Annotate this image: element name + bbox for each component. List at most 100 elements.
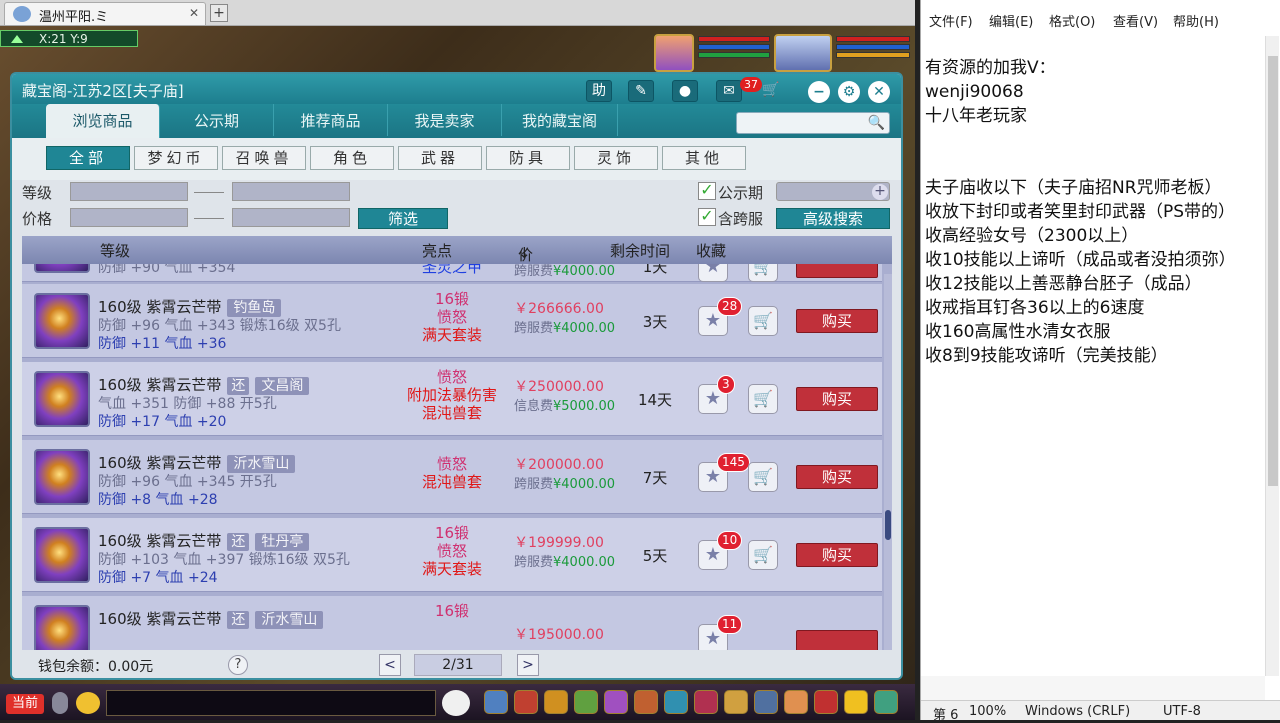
notepad-hscrollbar[interactable] xyxy=(921,676,1265,700)
tab-browse[interactable]: 浏览商品 xyxy=(46,104,160,138)
cat-weapon[interactable]: 武器 xyxy=(398,146,482,170)
item-name[interactable]: 160级 紫霄云芒带还文昌阁 xyxy=(98,374,310,395)
price-min-input[interactable] xyxy=(70,208,188,227)
level-min-input[interactable] xyxy=(70,182,188,201)
prev-page-button[interactable]: < xyxy=(379,654,401,676)
browser-tab[interactable]: 温州平阳.ミ ✕ xyxy=(4,2,206,25)
filter-button[interactable]: 筛选 xyxy=(358,208,448,229)
menu-view[interactable]: 查看(V) xyxy=(1113,11,1158,30)
settings-icon[interactable]: ⚙ xyxy=(838,81,860,103)
menu-icon-4[interactable] xyxy=(574,690,598,714)
notepad-text[interactable]: 有资源的加我V： wenji90068 十八年老玩家 夫子庙收以下（夫子庙招NR… xyxy=(925,56,1265,368)
mic-icon[interactable] xyxy=(52,692,68,714)
item-name[interactable]: 160级 紫霄云芒带 钓鱼岛 xyxy=(98,296,282,317)
tab-recommended[interactable]: 推荐商品 xyxy=(274,104,388,136)
favorite-star-icon[interactable]: ★ 28 xyxy=(698,297,743,336)
menu-icon-11[interactable] xyxy=(784,690,808,714)
cat-currency[interactable]: 梦幻币 xyxy=(134,146,218,170)
public-checkbox[interactable]: ✓ xyxy=(698,182,716,200)
notepad-scroll-thumb[interactable] xyxy=(1268,56,1278,486)
favorite-star-icon[interactable]: ★ 3 xyxy=(698,375,735,414)
menu-file[interactable]: 文件(F) xyxy=(929,11,973,30)
menu-icon-7[interactable] xyxy=(664,690,688,714)
tab-seller[interactable]: 我是卖家 xyxy=(388,104,502,136)
help-icon[interactable]: ? xyxy=(228,655,248,675)
menu-icon-2[interactable] xyxy=(514,690,538,714)
search-icon[interactable]: 🔍 xyxy=(868,115,885,131)
menu-icon-12[interactable] xyxy=(814,690,838,714)
item-thumbnail[interactable] xyxy=(34,527,90,583)
close-icon[interactable]: ✕ xyxy=(189,6,199,20)
buy-button[interactable]: 购买 xyxy=(796,465,878,489)
advanced-search-button[interactable]: 高级搜索 xyxy=(776,208,890,229)
cart-icon[interactable]: 🛒 xyxy=(758,80,784,102)
menu-icon-14[interactable] xyxy=(874,690,898,714)
cat-pet[interactable]: 召唤兽 xyxy=(222,146,306,170)
scrollbar-thumb[interactable] xyxy=(885,510,891,540)
item-thumbnail[interactable] xyxy=(34,371,90,427)
search-input[interactable]: 🔍 xyxy=(736,112,890,134)
cart-add-icon[interactable]: 🛒 xyxy=(748,264,778,282)
cart-add-icon[interactable]: 🛒 xyxy=(748,384,778,414)
menu-format[interactable]: 格式(O) xyxy=(1049,11,1095,30)
menu-icon-9[interactable] xyxy=(724,690,748,714)
menu-icon-3[interactable] xyxy=(544,690,568,714)
chat-input[interactable] xyxy=(106,690,436,716)
favorite-star-icon[interactable]: ★ xyxy=(698,264,728,282)
cat-all[interactable]: 全部 xyxy=(46,146,130,170)
cart-add-icon[interactable]: 🛒 xyxy=(748,540,778,570)
item-name[interactable]: 160级 紫霄云芒带还沂水雪山 xyxy=(98,608,324,629)
cat-character[interactable]: 角色 xyxy=(310,146,394,170)
player-portrait[interactable] xyxy=(774,34,832,72)
menu-icon-1[interactable] xyxy=(484,690,508,714)
favorite-star-icon[interactable]: ★ 10 xyxy=(698,531,743,570)
notepad-scrollbar[interactable] xyxy=(1265,36,1279,676)
message-icon[interactable]: ✉ xyxy=(716,80,742,102)
buy-button[interactable] xyxy=(796,264,878,278)
add-icon[interactable]: + xyxy=(872,184,888,200)
menu-icon-10[interactable] xyxy=(754,690,778,714)
favorite-star-icon[interactable]: ★ 11 xyxy=(698,615,743,650)
menu-icon-8[interactable] xyxy=(694,690,718,714)
edit-icon[interactable]: ✎ xyxy=(628,80,654,102)
col-time[interactable]: 剩余时间 xyxy=(610,240,670,261)
buy-button[interactable]: 购买 xyxy=(796,387,878,411)
tab-public[interactable]: 公示期 xyxy=(160,104,274,136)
minimize-icon[interactable]: − xyxy=(808,81,830,103)
menu-icon-13[interactable] xyxy=(844,690,868,714)
tab-my-pavilion[interactable]: 我的藏宝阁 xyxy=(502,104,618,136)
item-thumbnail[interactable] xyxy=(34,449,90,505)
emoji-icon[interactable] xyxy=(76,692,100,714)
list-scrollbar[interactable] xyxy=(884,274,892,650)
sort-down-icon[interactable]: ↓ xyxy=(518,244,531,262)
buy-button[interactable]: 购买 xyxy=(796,309,878,333)
record-icon[interactable]: ● xyxy=(672,80,698,102)
menu-edit[interactable]: 编辑(E) xyxy=(989,11,1033,30)
item-thumbnail[interactable] xyxy=(34,605,90,650)
page-indicator[interactable]: 2/31 xyxy=(414,654,502,676)
item-thumbnail[interactable] xyxy=(34,293,90,349)
cart-add-icon[interactable]: 🛒 xyxy=(748,462,778,492)
help-button[interactable]: 助 xyxy=(586,80,612,102)
favorite-star-icon[interactable]: ★ 145 xyxy=(698,453,750,492)
menu-help[interactable]: 帮助(H) xyxy=(1173,11,1219,30)
buy-button[interactable]: 购买 xyxy=(796,543,878,567)
item-thumbnail[interactable] xyxy=(34,264,90,273)
cart-add-icon[interactable]: 🛒 xyxy=(748,306,778,336)
menu-icon-5[interactable] xyxy=(604,690,628,714)
close-window-icon[interactable]: ✕ xyxy=(868,81,890,103)
cat-accessory[interactable]: 灵饰 xyxy=(574,146,658,170)
item-name[interactable]: 160级 紫霄云芒带 沂水雪山 xyxy=(98,452,296,473)
new-tab-button[interactable]: + xyxy=(210,4,228,22)
cross-server-checkbox[interactable]: ✓ xyxy=(698,208,716,226)
item-name[interactable]: 160级 紫霄云芒带还牡丹亭 xyxy=(98,530,310,551)
current-channel-button[interactable]: 当前 xyxy=(6,694,44,714)
buy-button[interactable] xyxy=(796,630,878,650)
menu-icon-6[interactable] xyxy=(634,690,658,714)
next-page-button[interactable]: > xyxy=(517,654,539,676)
col-level[interactable]: 等级 xyxy=(100,240,130,261)
cat-other[interactable]: 其他 xyxy=(662,146,746,170)
panda-icon[interactable] xyxy=(442,690,470,716)
pet-portrait[interactable] xyxy=(654,34,694,72)
price-max-input[interactable] xyxy=(232,208,350,227)
